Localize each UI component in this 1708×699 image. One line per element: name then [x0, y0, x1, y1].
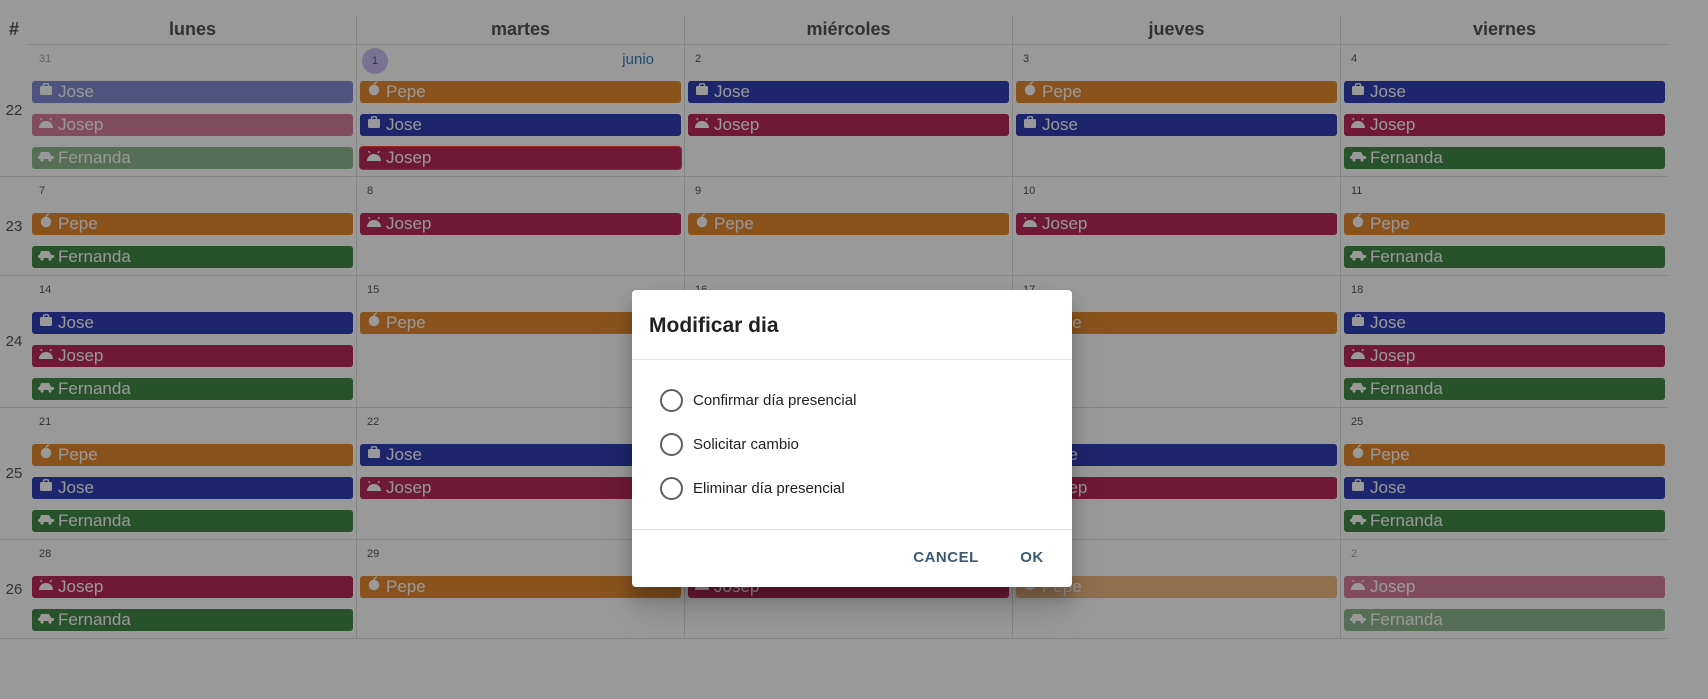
- dialog-title: Modificar dia: [649, 314, 779, 337]
- option-label[interactable]: Eliminar día presencial: [693, 480, 845, 497]
- option-label[interactable]: Solicitar cambio: [693, 436, 799, 453]
- ok-button[interactable]: OK: [1008, 540, 1056, 576]
- radio-button[interactable]: [660, 433, 683, 456]
- modify-day-dialog: Modificar dia Confirmar día presencial S…: [632, 290, 1072, 587]
- radio-button[interactable]: [660, 477, 683, 500]
- cancel-button[interactable]: CANCEL: [906, 540, 986, 576]
- dialog-divider-bottom: [632, 529, 1072, 530]
- dialog-divider-top: [632, 359, 1072, 360]
- radio-button[interactable]: [660, 389, 683, 412]
- option-label[interactable]: Confirmar día presencial: [693, 392, 856, 409]
